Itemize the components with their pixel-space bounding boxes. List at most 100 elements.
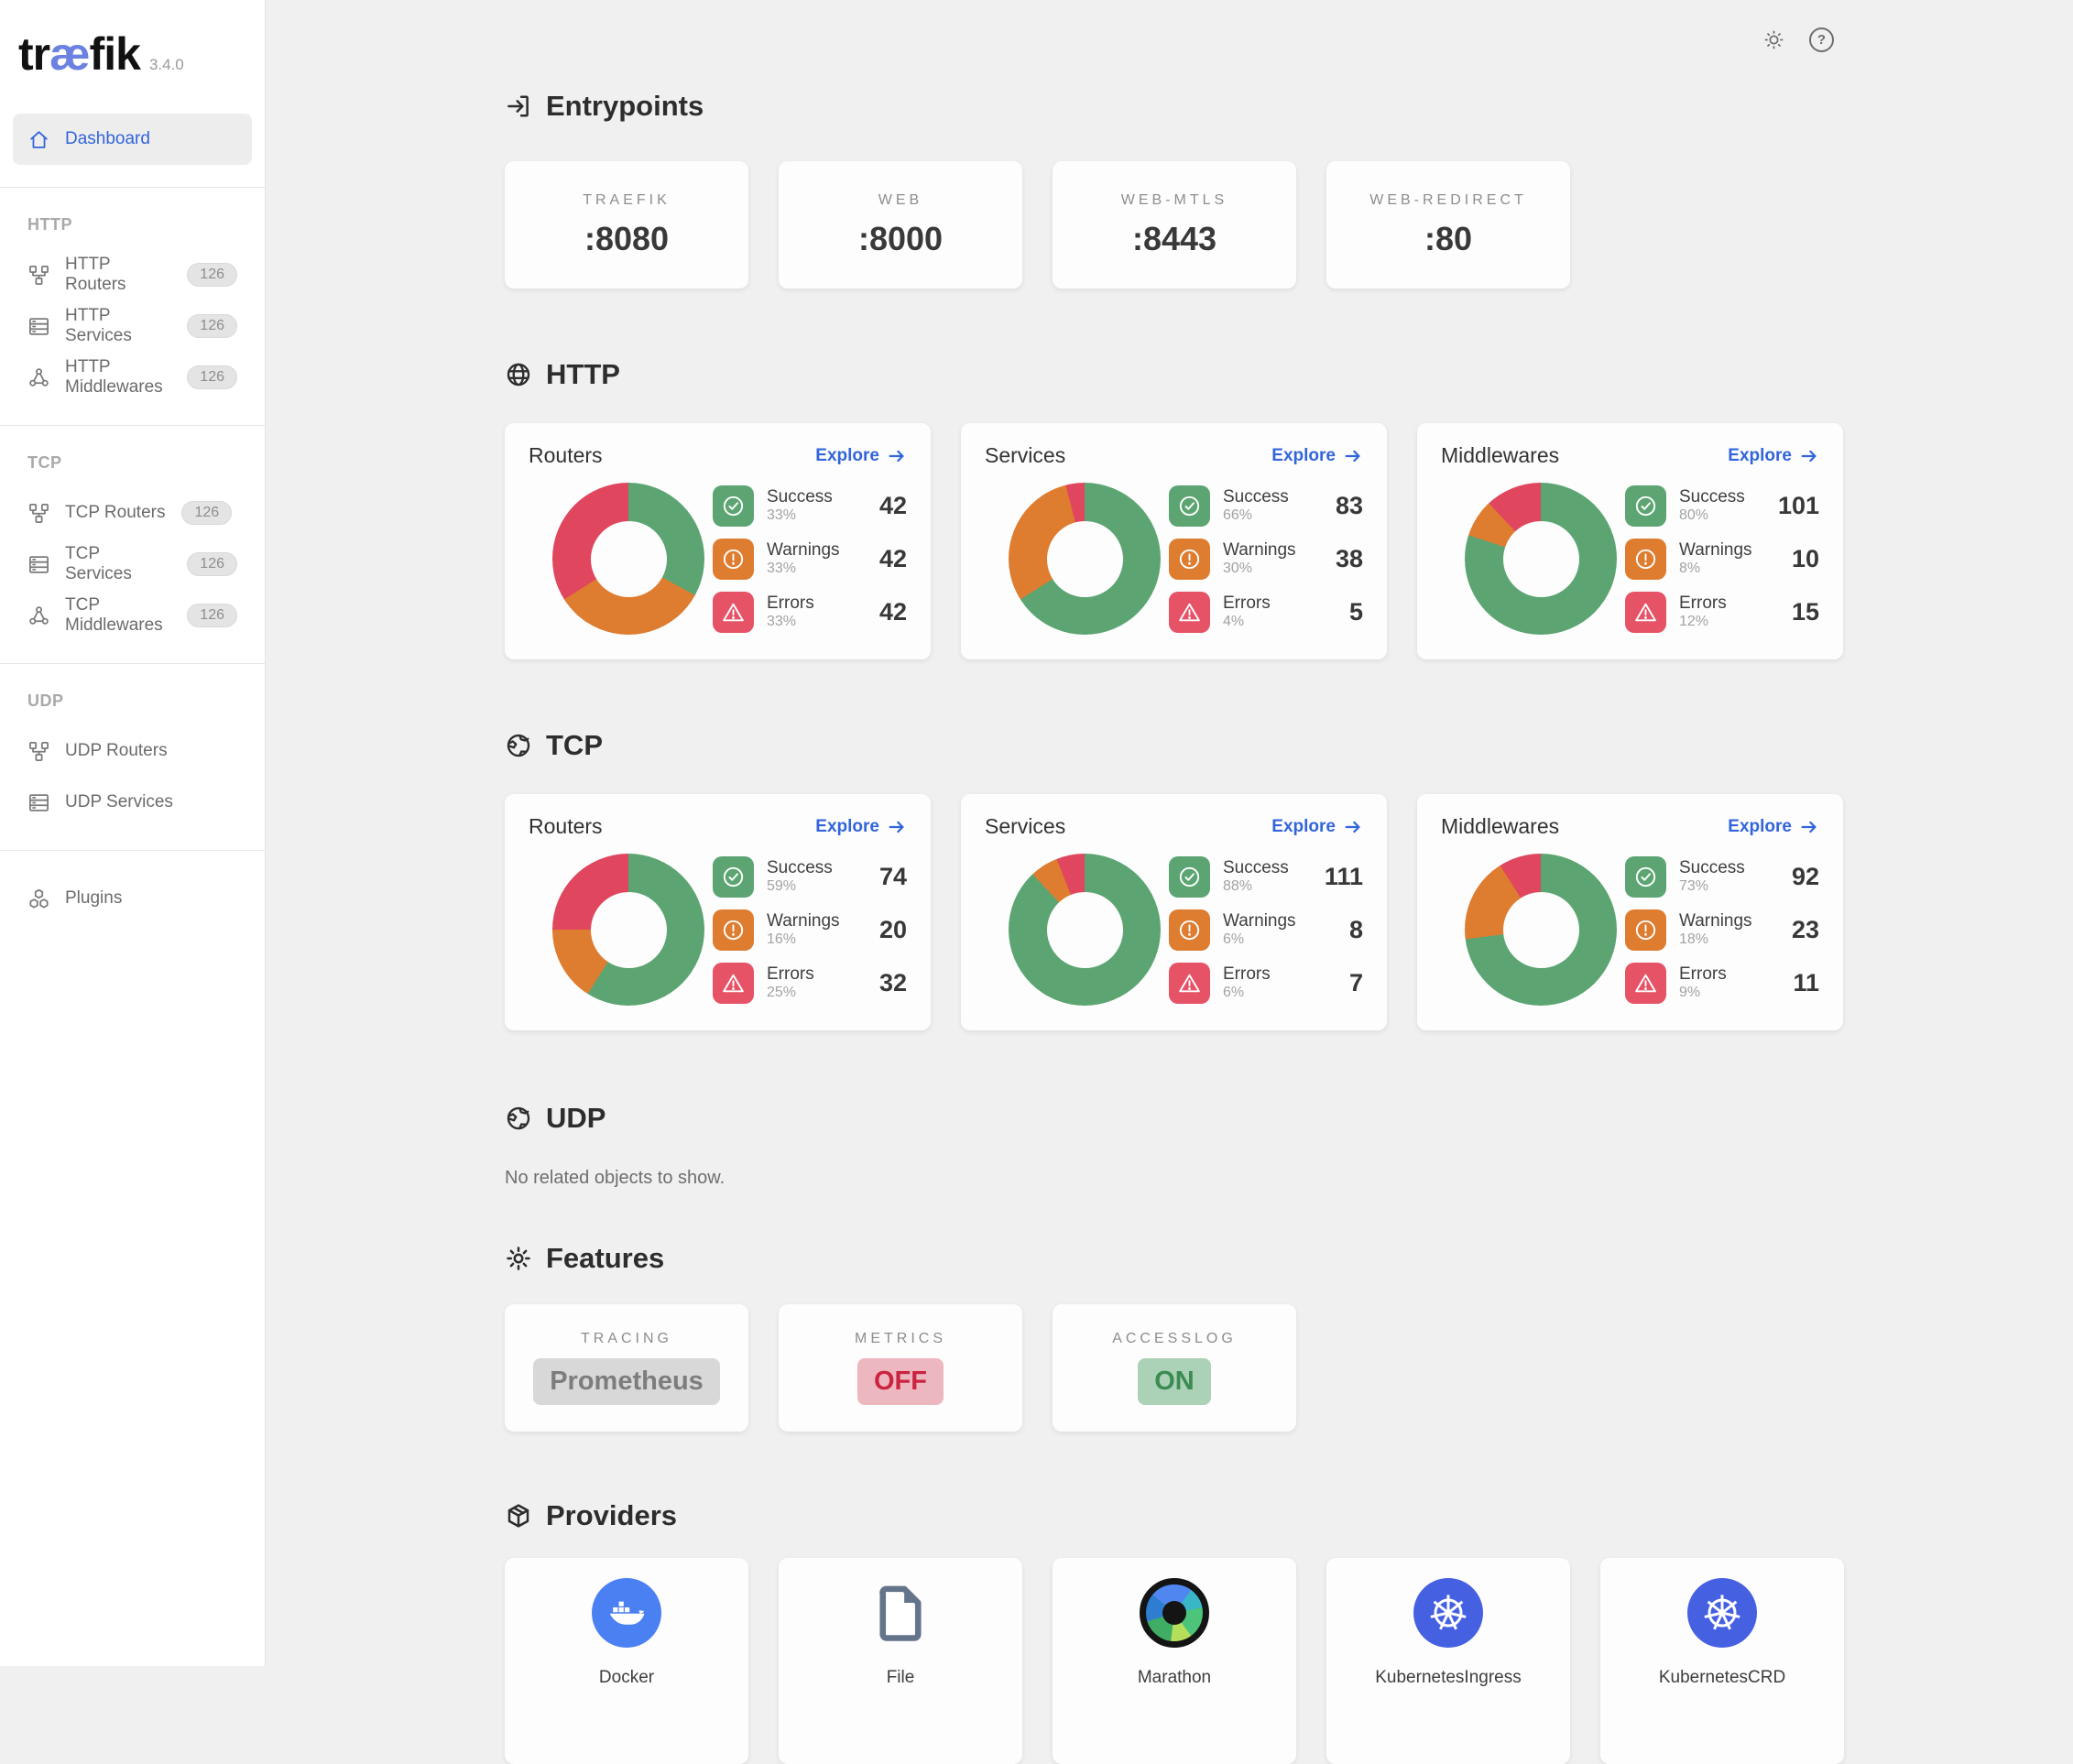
app-version: 3.4.0 xyxy=(149,56,184,74)
explore-link[interactable]: Explore xyxy=(1728,817,1819,837)
donut-chart xyxy=(552,483,704,635)
package-icon xyxy=(505,1502,532,1530)
main-content: ? Entrypoints TRAEFIK :8080 WEB :8000 WE… xyxy=(266,0,2073,1666)
tcp-heading: TCP xyxy=(505,729,1844,762)
docker-icon xyxy=(592,1578,661,1648)
providers-cards: Docker File Marathon KubernetesIngress K… xyxy=(505,1558,1844,1764)
success-icon xyxy=(1169,856,1210,898)
features-cards: TRACING Prometheus METRICS OFF ACCESSLOG… xyxy=(505,1304,1844,1432)
udp-heading: UDP xyxy=(505,1102,1844,1135)
feature-label: METRICS xyxy=(855,1331,946,1347)
tcp-routers-card: Routers Explore Success59% 74 Warnings1 xyxy=(505,794,931,1030)
feature-value-badge: ON xyxy=(1138,1358,1211,1405)
feature-value-badge: OFF xyxy=(857,1358,944,1405)
sidebar-divider xyxy=(0,425,265,426)
sidebar-divider xyxy=(0,663,265,664)
explore-link[interactable]: Explore xyxy=(815,446,907,466)
explore-link[interactable]: Explore xyxy=(1271,817,1363,837)
http-section: HTTP Routers Explore Success33% 42 xyxy=(505,358,1844,659)
count-badge: 126 xyxy=(187,263,237,287)
stat-errors: Errors25% 32 xyxy=(713,963,907,1004)
stat-warnings: Warnings8% 10 xyxy=(1625,539,1819,580)
donut-chart xyxy=(552,854,704,1006)
sidebar-item-tcp-routers[interactable]: TCP Routers 126 xyxy=(13,487,252,539)
card-title: Routers xyxy=(529,814,603,839)
entrypoint-label: WEB xyxy=(878,192,922,209)
stat-errors: Errors12% 15 xyxy=(1625,592,1819,633)
tcp-middlewares-card: Middlewares Explore Success73% 92 Warni xyxy=(1417,794,1843,1030)
providers-heading: Providers xyxy=(505,1499,1844,1532)
arrow-right-icon xyxy=(1799,446,1819,466)
stat-success: Success80% 101 xyxy=(1625,485,1819,527)
explore-link[interactable]: Explore xyxy=(1728,446,1819,466)
theme-toggle-icon[interactable] xyxy=(1762,28,1785,51)
sidebar-section-udp: UDP xyxy=(0,686,265,725)
routers-icon xyxy=(27,740,50,763)
sidebar-item-plugins[interactable]: Plugins xyxy=(13,873,252,924)
sidebar-item-label: HTTP Middlewares xyxy=(65,357,170,397)
card-title: Routers xyxy=(529,443,603,468)
stat-success: Success59% 74 xyxy=(713,856,907,898)
count-badge: 126 xyxy=(181,501,232,525)
globe-icon xyxy=(505,732,532,759)
card-title: Middlewares xyxy=(1441,443,1559,468)
services-icon xyxy=(27,791,50,814)
sidebar-item-http-routers[interactable]: HTTP Routers 126 xyxy=(13,249,252,300)
http-services-card: Services Explore Success66% 83 Warnings xyxy=(961,423,1387,659)
middlewares-icon xyxy=(27,604,50,627)
tcp-services-card: Services Explore Success88% 111 Warning xyxy=(961,794,1387,1030)
stat-success: Success66% 83 xyxy=(1169,485,1363,527)
sidebar-item-http-middlewares[interactable]: HTTP Middlewares 126 xyxy=(13,352,252,403)
donut-chart xyxy=(1465,854,1617,1006)
warning-icon xyxy=(1625,539,1666,580)
services-icon xyxy=(27,315,50,338)
entrypoint-card-web-mtls: WEB-MTLS :8443 xyxy=(1053,161,1296,289)
sidebar-item-udp-services[interactable]: UDP Services xyxy=(13,777,252,828)
stat-warnings: Warnings6% 8 xyxy=(1169,909,1363,951)
card-title: Services xyxy=(985,443,1065,468)
sidebar-item-udp-routers[interactable]: UDP Routers xyxy=(13,725,252,777)
entrypoint-port: :8080 xyxy=(584,220,669,258)
sidebar-item-label: Plugins xyxy=(65,888,122,909)
stat-success: Success88% 111 xyxy=(1169,856,1363,898)
count-badge: 126 xyxy=(187,604,237,627)
app-logo: træfik 3.4.0 xyxy=(0,0,265,88)
explore-link[interactable]: Explore xyxy=(815,817,907,837)
sidebar-item-tcp-services[interactable]: TCP Services 126 xyxy=(13,539,252,590)
help-icon[interactable]: ? xyxy=(1809,27,1834,52)
tcp-cards: Routers Explore Success59% 74 Warnings1 xyxy=(505,794,1844,1030)
providers-section: Providers Docker File Marathon Kubernete… xyxy=(505,1499,1844,1764)
entrypoint-port: :80 xyxy=(1424,220,1472,258)
sidebar-item-tcp-middlewares[interactable]: TCP Middlewares 126 xyxy=(13,590,252,641)
explore-link[interactable]: Explore xyxy=(1271,446,1363,466)
provider-card-kubernetesingress: KubernetesIngress xyxy=(1326,1558,1570,1764)
gear-icon xyxy=(505,1245,532,1272)
sidebar-item-http-services[interactable]: HTTP Services 126 xyxy=(13,300,252,352)
sidebar-item-label: TCP Middlewares xyxy=(65,595,170,636)
stat-warnings: Warnings16% 20 xyxy=(713,909,907,951)
success-icon xyxy=(713,856,754,898)
sidebar: træfik 3.4.0 Dashboard HTTP HTTP Routers… xyxy=(0,0,266,1666)
feature-value-badge: Prometheus xyxy=(533,1358,720,1405)
count-badge: 126 xyxy=(187,365,237,389)
entrypoint-card-web: WEB :8000 xyxy=(779,161,1022,289)
success-icon xyxy=(1625,856,1666,898)
entrypoint-label: WEB-MTLS xyxy=(1121,192,1227,209)
sidebar-section-tcp: TCP xyxy=(0,448,265,487)
feature-label: ACCESSLOG xyxy=(1112,1331,1237,1347)
sign-in-icon xyxy=(505,93,532,120)
http-middlewares-card: Middlewares Explore Success80% 101 Warn xyxy=(1417,423,1843,659)
stat-errors: Errors4% 5 xyxy=(1169,592,1363,633)
sidebar-item-label: Dashboard xyxy=(65,129,150,149)
donut-chart xyxy=(1009,854,1161,1006)
sidebar-item-dashboard[interactable]: Dashboard xyxy=(13,114,252,165)
http-routers-card: Routers Explore Success33% 42 Warnings3 xyxy=(505,423,931,659)
success-icon xyxy=(713,485,754,527)
provider-name: KubernetesCRD xyxy=(1659,1668,1785,1688)
http-heading: HTTP xyxy=(505,358,1844,391)
app-logo-text: træfik xyxy=(18,27,140,81)
stat-errors: Errors9% 11 xyxy=(1625,963,1819,1004)
success-icon xyxy=(1625,485,1666,527)
sidebar-item-label: TCP Routers xyxy=(65,503,165,523)
entrypoint-card-web-redirect: WEB-REDIRECT :80 xyxy=(1326,161,1570,289)
